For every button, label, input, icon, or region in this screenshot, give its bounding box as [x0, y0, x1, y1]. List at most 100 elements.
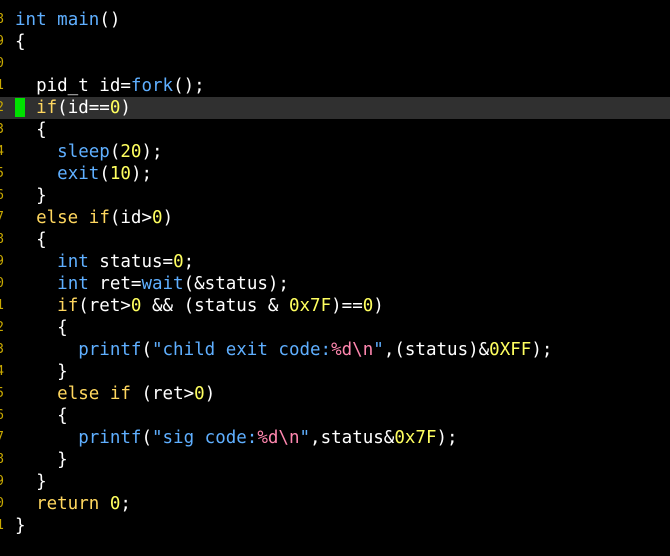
code-token-plain: {	[15, 318, 68, 338]
code-token-plain: )==	[331, 296, 363, 316]
code-token-plain: );	[141, 142, 163, 162]
code-line[interactable]: 1 pid_t id=fork();	[0, 75, 670, 97]
code-token-plain: ret=	[88, 274, 142, 294]
code-token-type: int	[15, 10, 47, 30]
code-token-string: "child exit code:	[151, 340, 332, 360]
line-number: 3	[0, 122, 4, 137]
code-token-keyword: if	[36, 98, 58, 118]
code-text: }	[15, 515, 26, 537]
code-text: {	[15, 229, 47, 251]
line-number: 7	[0, 210, 4, 225]
line-number: 5	[0, 386, 4, 401]
code-token-string: "sig code:	[151, 428, 258, 448]
code-token-plain: && (status &	[141, 296, 289, 316]
code-token-plain: }	[15, 516, 26, 536]
code-token-format: %d\n	[331, 340, 374, 360]
line-number: 8	[0, 12, 4, 27]
code-token-plain: }	[15, 362, 68, 382]
code-token-number: 0	[109, 494, 121, 514]
line-number: 5	[0, 166, 4, 181]
code-token-plain: )	[373, 296, 384, 316]
line-number: 9	[0, 34, 4, 49]
code-line[interactable]: 0 int ret=wait(&status);	[0, 273, 670, 295]
code-line[interactable]: 3 {	[0, 119, 670, 141]
text-cursor	[15, 98, 25, 117]
code-token-number: 10	[109, 164, 131, 184]
code-token-number: 0	[109, 98, 121, 118]
code-text: exit(10);	[15, 163, 152, 185]
code-token-plain: );	[130, 164, 153, 184]
code-line[interactable]: 6 {	[0, 405, 670, 427]
code-line[interactable]: 1}	[0, 515, 670, 537]
code-text: int main()	[15, 9, 120, 31]
code-text: {	[15, 119, 47, 141]
line-number: 0	[0, 276, 4, 291]
code-token-keyword: if	[57, 296, 79, 316]
code-token-number: 0x7F	[394, 428, 437, 448]
code-line[interactable]: 6 }	[0, 185, 670, 207]
code-token-plain: );	[531, 340, 553, 360]
code-text: pid_t id=fork();	[15, 75, 205, 97]
code-line[interactable]: 1 if(ret>0 && (status & 0x7F)==0)	[0, 295, 670, 317]
code-text: else if(id>0)	[15, 207, 173, 229]
line-number: 8	[0, 452, 4, 467]
code-text: printf("sig code:%d\n",status&0x7F);	[15, 427, 458, 449]
code-token-plain: ();	[173, 76, 205, 96]
code-line[interactable]: 2 {	[0, 317, 670, 339]
code-line[interactable]: 4 }	[0, 361, 670, 383]
code-token-func: main	[57, 10, 100, 30]
code-line[interactable]: 0	[0, 53, 670, 75]
code-token-keyword: if	[88, 208, 110, 228]
code-token-plain: (	[99, 164, 110, 184]
code-editor[interactable]: 8 int main() 9{0 1 pid_t id=fork(); 2 if(id=…	[0, 0, 670, 556]
code-line[interactable]: 4 sleep(20);	[0, 141, 670, 163]
code-line[interactable]: 0 return 0;	[0, 493, 670, 515]
code-text: if(id==0)	[15, 97, 131, 119]
code-line[interactable]: 5 else if (ret>0)	[0, 383, 670, 405]
code-token-func: fork	[130, 76, 174, 96]
code-text: {	[15, 31, 26, 53]
code-token-plain: }	[15, 186, 47, 206]
code-token-number: 0	[362, 296, 374, 316]
code-line[interactable]: 8 int main()	[0, 9, 670, 31]
code-token-plain: {	[15, 406, 68, 426]
line-number: 9	[0, 474, 4, 489]
code-token-plain: }	[15, 450, 68, 470]
code-token-number: 0XFF	[489, 340, 532, 360]
code-line[interactable]: 8 }	[0, 449, 670, 471]
code-token-plain: (id>	[109, 208, 153, 228]
line-number: 0	[0, 496, 4, 511]
code-token-plain: ,status&	[310, 428, 395, 448]
code-line[interactable]: 3 printf("child exit code:%d\n",(status)…	[0, 339, 670, 361]
code-line[interactable]: 8 {	[0, 229, 670, 251]
code-line[interactable]: 7 else if(id>0)	[0, 207, 670, 229]
line-number: 1	[0, 518, 4, 533]
code-token-plain: )	[120, 98, 131, 118]
code-token-plain: {	[15, 32, 26, 52]
code-line[interactable]: 9 }	[0, 471, 670, 493]
code-token-plain: (	[109, 142, 121, 162]
code-text: {	[15, 317, 68, 339]
code-token-keyword: return	[36, 494, 100, 514]
code-line[interactable]: 7 printf("sig code:%d\n",status&0x7F);	[0, 427, 670, 449]
code-token-plain: (	[141, 340, 152, 360]
code-token-plain: (id==	[57, 98, 110, 118]
code-token-number: 20	[120, 142, 142, 162]
code-line[interactable]: 9 int status=0;	[0, 251, 670, 273]
code-text: }	[15, 471, 47, 493]
code-line[interactable]: 9{	[0, 31, 670, 53]
line-number: 9	[0, 254, 4, 269]
code-token-plain: );	[436, 428, 458, 448]
code-line[interactable]: 5 exit(10);	[0, 163, 670, 185]
code-line[interactable]: 2 if(id==0)	[0, 97, 670, 119]
code-token-number: 0	[130, 296, 142, 316]
code-text: sleep(20);	[15, 141, 163, 163]
code-token-plain: )	[204, 384, 216, 404]
line-number: 6	[0, 408, 4, 423]
